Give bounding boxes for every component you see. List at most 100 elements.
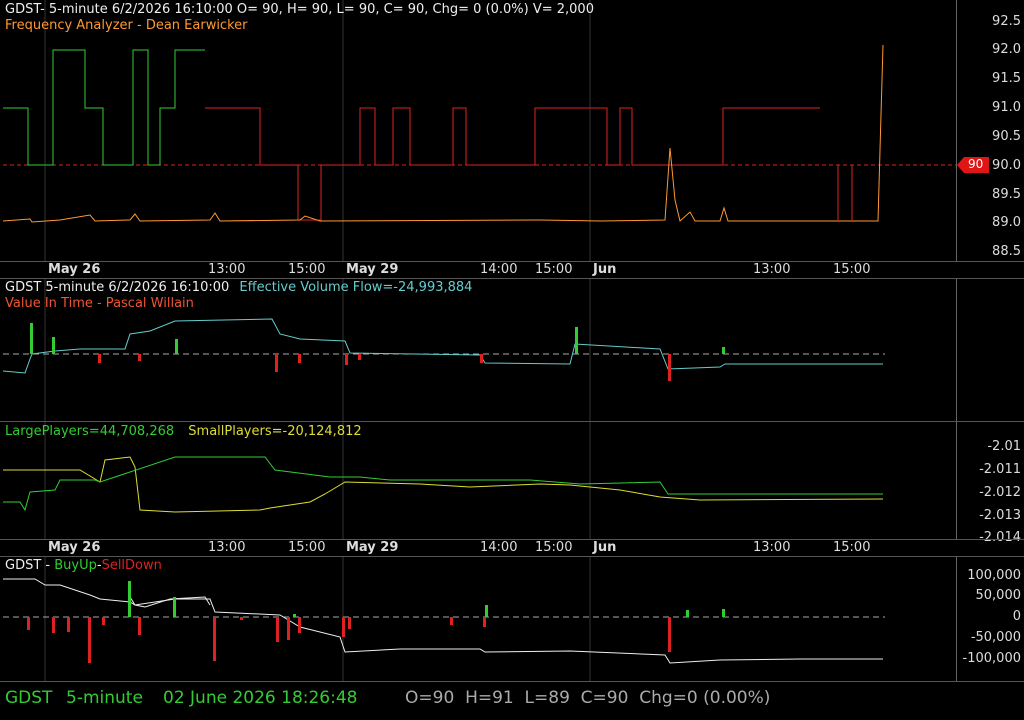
players-tick: -2.01	[987, 439, 1021, 454]
sell-down-bar	[348, 617, 351, 629]
time-label: May 29	[346, 540, 399, 555]
sell-down-bar	[52, 617, 55, 633]
time-label: 13:00	[208, 540, 246, 555]
last-price-tag: 90	[957, 157, 989, 173]
time-label: 15:00	[535, 262, 573, 277]
players-svg	[3, 422, 884, 539]
time-label: 15:00	[535, 540, 573, 555]
buyup-tick: 0	[1012, 609, 1021, 624]
players-header: LargePlayers=44,708,268 SmallPlayers=-20…	[5, 424, 362, 439]
sell-down-bar	[138, 617, 141, 635]
price-line	[2, 44, 884, 223]
price-tick: 90.5	[992, 129, 1021, 144]
time-label: 13:00	[208, 262, 246, 277]
value-in-time-bar	[480, 354, 483, 363]
sell-down-bar	[67, 617, 70, 632]
sell-down-bar	[213, 617, 216, 661]
sell-down-bar	[298, 617, 301, 633]
large-players-line	[3, 456, 883, 512]
sell-down-bar	[102, 617, 105, 625]
buyup-selldown-header: GDST - BuyUp-SellDown	[5, 558, 162, 573]
buyup-symbol: GDST -	[5, 558, 55, 573]
value-in-time-bar	[98, 354, 101, 363]
price-tick: 92.5	[992, 14, 1021, 29]
sell-down-bar	[668, 617, 671, 652]
price-plot-area[interactable]	[0, 0, 957, 262]
value-in-time-bar	[30, 323, 33, 354]
status-datetime: 02 June 2026 18:26:48	[163, 688, 358, 708]
status-interval: 5-minute	[66, 688, 143, 708]
sell-down-bar	[240, 617, 243, 620]
price-tick: 91.0	[992, 100, 1021, 115]
small-players-value: SmallPlayers=-20,124,812	[188, 424, 362, 439]
value-in-time-bar	[575, 327, 578, 354]
buyup-selldown-pane[interactable]: GDST - BuyUp-SellDown 100,000 50,000 0 -…	[0, 557, 1024, 681]
time-label: 15:00	[288, 262, 326, 277]
sell-down-bar	[483, 617, 486, 627]
value-in-time-bar	[358, 354, 361, 360]
sell-down-bar	[342, 617, 345, 637]
sell-down-cumulative-line	[3, 578, 883, 664]
time-axis-bottom[interactable]: May 26 13:00 15:00 May 29 14:00 15:00 Ju…	[0, 540, 956, 556]
buy-up-bar	[722, 609, 725, 617]
last-price-value: 90	[968, 157, 984, 171]
sell-down-bar	[450, 617, 453, 625]
sell-down-bar	[276, 617, 279, 642]
buy-up-bar	[293, 614, 296, 617]
time-label: May 26	[48, 262, 101, 277]
sell-down-bar	[88, 617, 91, 663]
buy-up-bar	[173, 597, 176, 617]
sell-down-bar	[287, 617, 290, 640]
status-symbol: GDST	[5, 688, 53, 708]
price-tick: 88.5	[992, 244, 1021, 259]
selldown-label: SellDown	[101, 558, 162, 573]
buy-up-bar	[485, 605, 488, 617]
value-in-time-pane[interactable]: GDST 5-minute 6/2/2026 16:10:00 Effectiv…	[0, 279, 1024, 421]
price-tick: 89.0	[992, 215, 1021, 230]
buyup-tick: -50,000	[970, 630, 1021, 645]
value-in-time-bar	[345, 354, 348, 365]
time-label: May 29	[346, 262, 399, 277]
price-tick: 89.5	[992, 187, 1021, 202]
time-label: May 26	[48, 540, 101, 555]
buyup-tick: -100,000	[962, 651, 1021, 666]
value-in-time-bar	[275, 354, 278, 372]
value-in-time-bar	[298, 354, 301, 363]
sell-down-bar	[27, 617, 30, 630]
value-in-time-bar	[52, 337, 55, 354]
price-header: GDST- 5-minute 6/2/2026 16:10:00 O= 90, …	[5, 2, 594, 17]
frequency-line-red	[205, 107, 820, 221]
time-label: 15:00	[833, 262, 871, 277]
time-label: 14:00	[480, 540, 518, 555]
buyup-tick: 100,000	[967, 568, 1021, 583]
buyup-tick: 50,000	[975, 588, 1022, 603]
time-label: 15:00	[833, 540, 871, 555]
time-axis-top[interactable]: May 26 13:00 15:00 May 29 14:00 15:00 Ju…	[0, 262, 956, 278]
buy-up-bar	[128, 581, 131, 617]
time-label: 13:00	[753, 262, 791, 277]
status-ohlc: O=90 H=91 L=89 C=90 Chg=0 (0.00%)	[405, 688, 771, 708]
players-pane[interactable]: LargePlayers=44,708,268 SmallPlayers=-20…	[0, 422, 1024, 545]
price-pane[interactable]: GDST- 5-minute 6/2/2026 16:10:00 O= 90, …	[0, 0, 1024, 262]
buyup-selldown-plot-area[interactable]	[0, 557, 957, 681]
status-bar: GDST 5-minute 02 June 2026 18:26:48 O=90…	[0, 682, 1024, 720]
value-in-time-bar	[138, 354, 141, 361]
indicator-title-value-in-time: Value In Time - Pascal Willain	[5, 296, 194, 311]
value-in-time-symbol: GDST 5-minute 6/2/2026 16:10:00	[5, 280, 230, 295]
price-tick: 91.5	[992, 71, 1021, 86]
time-label: Jun	[593, 262, 617, 277]
price-chart-svg	[2, 0, 956, 262]
value-in-time-bar	[175, 339, 178, 354]
frequency-line	[3, 49, 205, 166]
players-tick: -2.011	[979, 462, 1021, 477]
time-label: 13:00	[753, 540, 791, 555]
buy-up-bar	[686, 610, 689, 617]
small-players-line	[3, 456, 884, 513]
buyup-label: BuyUp	[54, 558, 97, 573]
players-plot-area[interactable]	[0, 422, 957, 539]
time-label: Jun	[593, 540, 617, 555]
value-in-time-bar	[722, 347, 725, 354]
effective-volume-flow-line	[2, 318, 883, 374]
value-in-time-bar	[668, 354, 671, 381]
large-players-value: LargePlayers=44,708,268	[5, 424, 175, 439]
